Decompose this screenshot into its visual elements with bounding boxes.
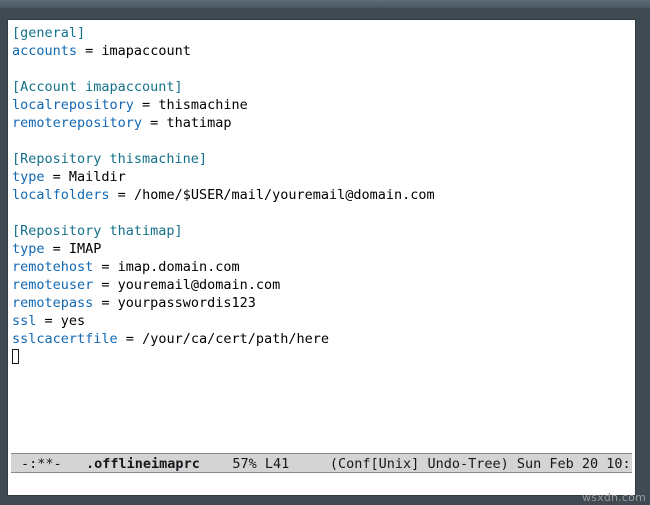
section-header-text: [Account imapaccount]: [12, 79, 183, 95]
mode-line: -:**- .offlineimaprc 57% L41 (Conf[Unix]…: [11, 453, 632, 473]
option-operator: =: [93, 259, 118, 275]
option-value: thismachine: [158, 97, 248, 113]
section-header-text: [Repository thatimap]: [12, 223, 183, 239]
option-key: remoteuser: [12, 277, 94, 293]
echo-area: [11, 474, 632, 494]
text-buffer[interactable]: [general] accounts = imapaccount [Account…: [8, 20, 635, 468]
option-key: sslcacertfile: [12, 331, 118, 347]
option-value: imapaccount: [101, 43, 191, 59]
code-line-blank[interactable]: [12, 60, 635, 78]
option-value: Maildir: [68, 169, 126, 185]
option-key: ssl: [12, 313, 37, 329]
text-cursor: [12, 349, 19, 364]
option-key: accounts: [12, 43, 78, 59]
code-line-section-header[interactable]: [Repository thismachine]: [12, 150, 635, 168]
code-line-option[interactable]: type = Maildir: [12, 168, 635, 186]
modeline-gap-3: [289, 456, 330, 472]
option-value: yes: [60, 313, 86, 329]
option-key: localfolders: [12, 187, 110, 203]
option-operator: =: [93, 277, 118, 293]
modeline-major-mode: (Conf[Unix] Undo-Tree): [329, 456, 509, 472]
option-operator: =: [142, 115, 167, 131]
modeline-filename: .offlineimaprc: [86, 456, 200, 472]
code-line-option[interactable]: remoterepository = thatimap: [12, 114, 635, 132]
option-value: youremail@domain.com: [117, 277, 281, 293]
section-header-text: [general]: [12, 25, 86, 41]
modeline-line-number: L41: [264, 456, 290, 472]
code-line-blank[interactable]: [12, 204, 635, 222]
option-key: type: [12, 241, 45, 257]
modeline-gap-4: [509, 456, 517, 472]
modeline-status-flags: -:**-: [21, 456, 62, 472]
option-value: /your/ca/cert/path/here: [142, 331, 329, 347]
code-line-option[interactable]: sslcacertfile = /your/ca/cert/path/here: [12, 330, 635, 348]
option-key: remoterepository: [12, 115, 143, 131]
option-key: localrepository: [12, 97, 134, 113]
code-line-blank[interactable]: [12, 132, 635, 150]
cursor-line[interactable]: [12, 348, 635, 366]
option-key: remotehost: [12, 259, 94, 275]
desktop-background: [general] accounts = imapaccount [Account…: [0, 0, 650, 505]
option-value: /home/$USER/mail/youremail@domain.com: [133, 187, 435, 203]
modeline-gap-1: [62, 456, 86, 472]
code-line-option[interactable]: remotehost = imap.domain.com: [12, 258, 635, 276]
option-operator: =: [133, 97, 159, 113]
option-value: yourpasswordis123: [117, 295, 256, 311]
emacs-frame[interactable]: [general] accounts = imapaccount [Account…: [7, 19, 636, 496]
code-line-section-header[interactable]: [Repository thatimap]: [12, 222, 635, 240]
option-operator: =: [109, 187, 134, 203]
code-line-option[interactable]: type = IMAP: [12, 240, 635, 258]
code-line-option[interactable]: localrepository = thismachine: [12, 96, 635, 114]
option-key: remotepass: [12, 295, 94, 311]
option-operator: =: [44, 169, 69, 185]
modeline-gap-2: [200, 456, 233, 472]
code-line-option[interactable]: remoteuser = youremail@domain.com: [12, 276, 635, 294]
option-operator: =: [77, 43, 102, 59]
option-value: imap.domain.com: [117, 259, 240, 275]
option-value: thatimap: [166, 115, 232, 131]
option-operator: =: [93, 295, 118, 311]
emacs-window-frame: [general] accounts = imapaccount [Account…: [0, 8, 650, 505]
code-line-option[interactable]: localfolders = /home/$USER/mail/youremai…: [12, 186, 635, 204]
option-operator: =: [117, 331, 143, 347]
code-line-option[interactable]: remotepass = yourpasswordis123: [12, 294, 635, 312]
code-line-option[interactable]: accounts = imapaccount: [12, 42, 635, 60]
option-value: IMAP: [68, 241, 102, 257]
option-operator: =: [36, 313, 61, 329]
modeline-datetime: Sun Feb 20 10:11: [516, 456, 632, 472]
code-line-option[interactable]: ssl = yes: [12, 312, 635, 330]
section-header-text: [Repository thismachine]: [12, 151, 208, 167]
option-key: type: [12, 169, 45, 185]
option-operator: =: [44, 241, 69, 257]
code-line-section-header[interactable]: [Account imapaccount]: [12, 78, 635, 96]
modeline-position-percent: 57%: [232, 456, 257, 472]
watermark-text: wsxdn.com: [582, 491, 646, 504]
code-line-section-header[interactable]: [general]: [12, 24, 635, 42]
